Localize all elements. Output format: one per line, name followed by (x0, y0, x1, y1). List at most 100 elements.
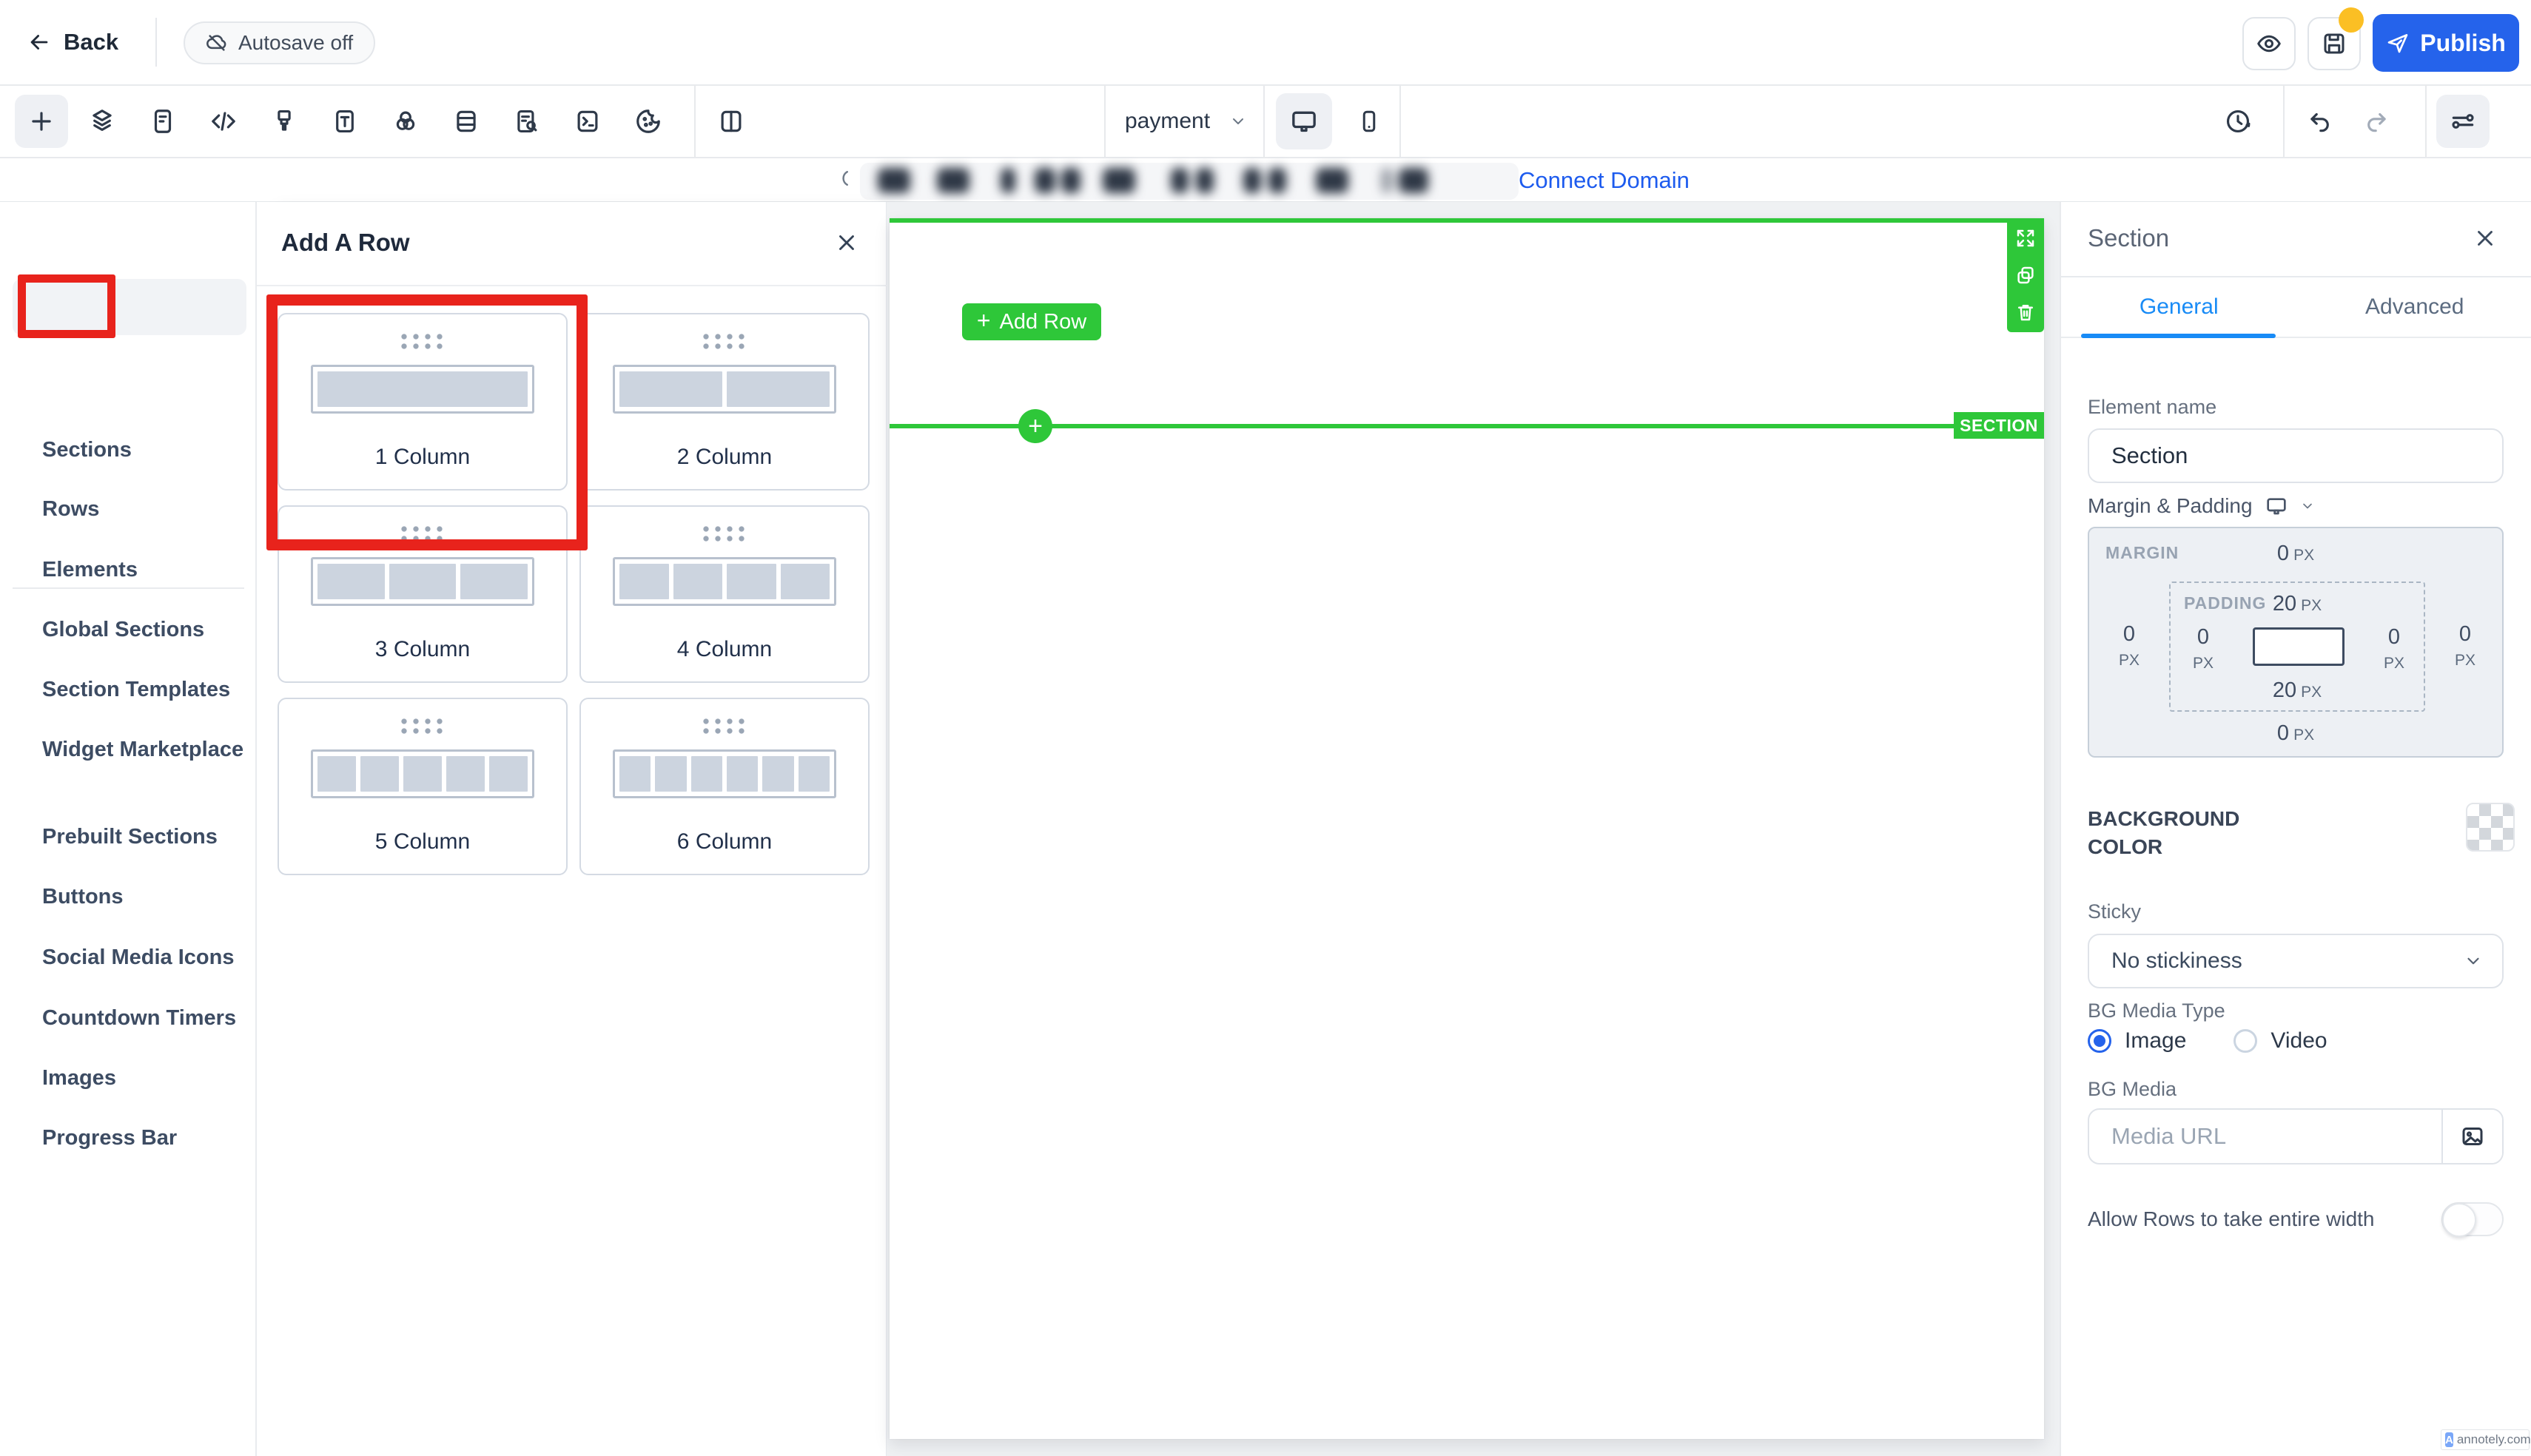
add-element-button[interactable] (15, 95, 68, 148)
canvas-add-row-button[interactable]: + Add Row (962, 303, 1101, 340)
sticky-label: Sticky (2088, 900, 2141, 923)
sidebar-divider (13, 587, 244, 589)
radio-video[interactable]: Video (2233, 1028, 2327, 1054)
padding-top-value[interactable]: 20PX (2273, 592, 2322, 616)
typography-button[interactable] (318, 95, 372, 148)
page-preview[interactable]: + Add Row + SECTION (890, 218, 2044, 1439)
redo-button[interactable] (2350, 95, 2403, 148)
chevron-down-icon[interactable] (2300, 499, 2315, 513)
sidebar-item-elements[interactable]: Elements (42, 555, 138, 584)
page-url-bar: Connect Domain (0, 158, 2531, 202)
bg-media-type-options: Image Video (2088, 1028, 2327, 1054)
margin-left-value[interactable]: 0PX (2110, 623, 2148, 672)
cookie-button[interactable] (622, 95, 675, 148)
content-box[interactable] (2253, 627, 2345, 666)
padding-bottom-value[interactable]: 20PX (2273, 678, 2322, 703)
redacted-url-text (878, 168, 1428, 193)
colors-button[interactable] (379, 95, 432, 148)
toolbar-divider (1399, 86, 1401, 157)
publish-button[interactable]: Publish (2373, 14, 2519, 72)
panel-divider (257, 285, 887, 286)
form-icon (149, 107, 177, 135)
terminal-button[interactable] (561, 95, 614, 148)
background-color-label: BACKGROUND COLOR (2088, 805, 2310, 861)
sidebar-item-countdown-timers[interactable]: Countdown Timers (42, 1003, 236, 1033)
styles-button[interactable] (258, 95, 311, 148)
media-picker-button[interactable] (2441, 1110, 2502, 1163)
row-card-5-column[interactable]: 5 Column (278, 698, 568, 875)
margin-top-value[interactable]: 0PX (2277, 542, 2314, 566)
text-icon (331, 107, 359, 135)
sticky-select[interactable]: No stickiness (2088, 934, 2504, 988)
row-card-6-column[interactable]: 6 Column (579, 698, 870, 875)
bg-media-type-label: BG Media Type (2088, 1000, 2225, 1022)
back-button[interactable]: Back (27, 0, 118, 84)
sidebar-item-progress-bar[interactable]: Progress Bar (42, 1123, 177, 1153)
row-preview-4col (613, 557, 836, 606)
allow-rows-toggle[interactable] (2441, 1202, 2504, 1236)
sidebar-item-images[interactable]: Images (42, 1063, 116, 1093)
drag-handle-icon (401, 334, 444, 351)
page-selector-dropdown[interactable]: payment (1125, 86, 1247, 157)
trash-icon[interactable] (2014, 301, 2037, 323)
sidebar-item-sections[interactable]: Sections (42, 435, 132, 465)
device-monitor-icon[interactable] (2265, 494, 2288, 518)
insert-section-button[interactable]: + (1018, 409, 1052, 443)
preview-button[interactable] (2242, 17, 2296, 70)
media-url-placeholder: Media URL (2089, 1110, 2441, 1163)
allow-rows-label: Allow Rows to take entire width (2088, 1207, 2375, 1231)
expand-icon[interactable] (2014, 227, 2037, 249)
annotely-logo: A (2445, 1432, 2453, 1447)
close-inspector-button[interactable] (2473, 226, 2498, 255)
sidebar-item-social-media-icons[interactable]: Social Media Icons (42, 943, 234, 972)
sidebar-item-buttons[interactable]: Buttons (42, 882, 124, 911)
split-view-button[interactable] (705, 95, 758, 148)
sidebar-item-rows[interactable]: Rows (42, 494, 99, 524)
tab-advanced[interactable]: Advanced (2297, 277, 2531, 337)
inspector-tabs: General Advanced (2061, 277, 2531, 338)
element-name-label: Element name (2088, 396, 2216, 419)
tool-group (15, 95, 675, 148)
chevron-left-icon[interactable] (833, 167, 856, 193)
close-panel-button[interactable] (834, 230, 859, 259)
radio-video-label: Video (2270, 1028, 2327, 1054)
row-card-label: 4 Column (581, 637, 868, 662)
frame-button[interactable] (440, 95, 493, 148)
padding-left-value[interactable]: 0PX (2184, 626, 2222, 675)
undo-button[interactable] (2293, 95, 2347, 148)
section-controls (2007, 218, 2044, 332)
form-button[interactable] (136, 95, 189, 148)
margin-bottom-value[interactable]: 0PX (2277, 721, 2314, 746)
background-color-swatch[interactable] (2466, 803, 2515, 852)
tab-general[interactable]: General (2061, 277, 2297, 337)
row-card-4-column[interactable]: 4 Column (579, 505, 870, 683)
connect-domain-link[interactable]: Connect Domain (1519, 167, 1690, 194)
desktop-icon (1289, 107, 1319, 136)
columns-icon (717, 107, 745, 135)
layers-button[interactable] (75, 95, 129, 148)
radio-image[interactable]: Image (2088, 1028, 2186, 1054)
row-card-1-column[interactable]: 1 Column (278, 313, 568, 491)
mobile-view-button[interactable] (1341, 93, 1397, 149)
row-preview-5col (311, 749, 534, 798)
desktop-view-button[interactable] (1276, 93, 1332, 149)
add-row-label: Add Row (1000, 310, 1087, 334)
row-card-label: 3 Column (279, 637, 566, 662)
row-card-3-column[interactable]: 3 Column (278, 505, 568, 683)
margin-padding-box[interactable]: MARGIN 0PX 0PX 0PX 0PX PADDING 20PX 0PX … (2088, 527, 2504, 758)
sidebar-item-widget-marketplace[interactable]: Widget Marketplace (42, 735, 243, 764)
element-name-input[interactable]: Section (2088, 428, 2504, 483)
seo-button[interactable] (500, 95, 554, 148)
bg-media-url-input[interactable]: Media URL (2088, 1108, 2504, 1165)
padding-right-value[interactable]: 0PX (2375, 626, 2413, 675)
margin-right-value[interactable]: 0PX (2446, 623, 2484, 672)
row-card-2-column[interactable]: 2 Column (579, 313, 870, 491)
autosave-badge[interactable]: Autosave off (184, 21, 375, 64)
sidebar-item-section-templates[interactable]: Section Templates (42, 675, 230, 704)
sidebar-item-prebuilt-sections[interactable]: Prebuilt Sections (42, 822, 218, 852)
sidebar-item-global-sections[interactable]: Global Sections (42, 615, 204, 644)
duplicate-icon[interactable] (2014, 264, 2037, 286)
version-history-button[interactable] (2211, 95, 2265, 148)
settings-button[interactable] (2436, 95, 2490, 148)
code-button[interactable] (197, 95, 250, 148)
